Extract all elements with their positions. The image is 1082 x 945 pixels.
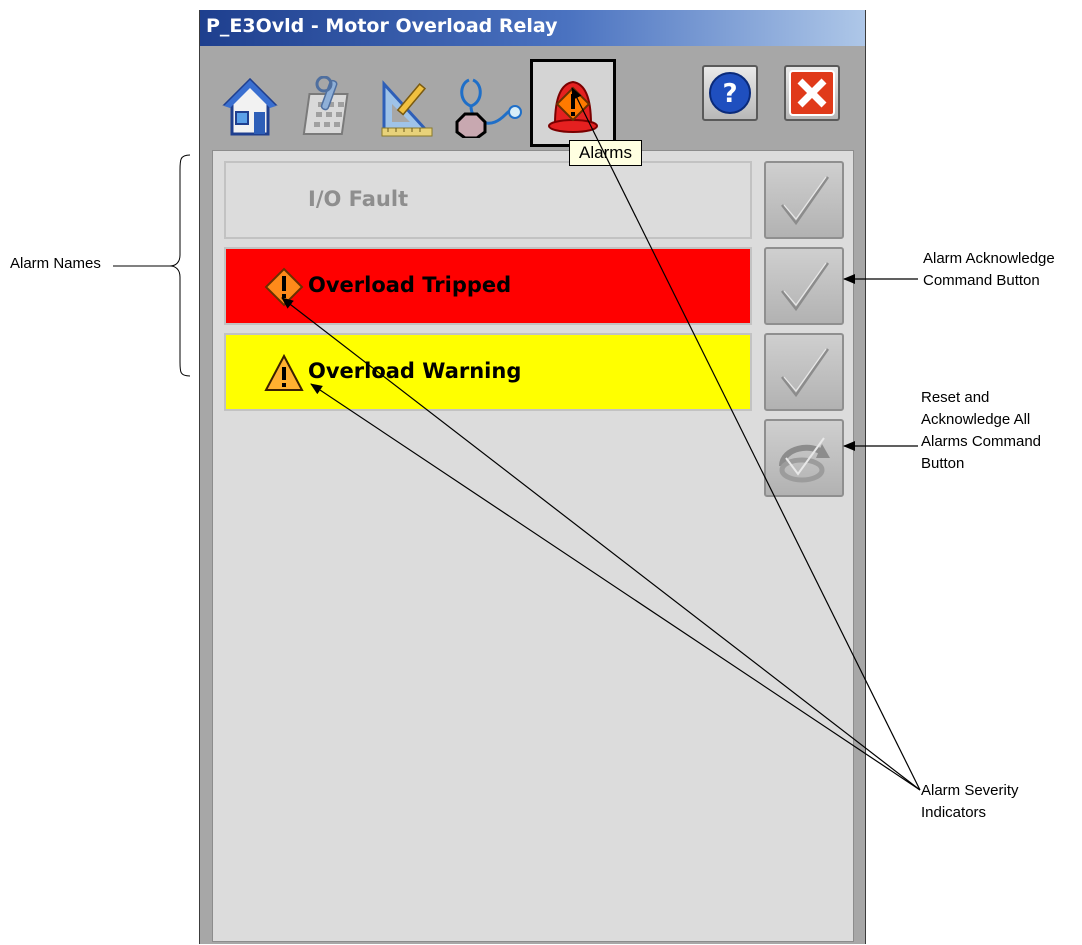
callout-line: Indicators bbox=[921, 804, 987, 821]
window-title: P_E3Ovld - Motor Overload Relay bbox=[206, 15, 558, 37]
callout-severity: Alarm Severity Indicators bbox=[921, 780, 1019, 824]
checkmark-icon bbox=[781, 348, 830, 398]
close-button[interactable] bbox=[784, 65, 840, 121]
alarm-name: I/O Fault bbox=[308, 187, 409, 211]
home-tab[interactable] bbox=[222, 76, 278, 138]
callout-line: Button bbox=[921, 455, 965, 472]
reset-ack-icon bbox=[779, 437, 830, 483]
callout-line: Acknowledge All bbox=[921, 411, 1031, 428]
title-bar: P_E3Ovld - Motor Overload Relay bbox=[200, 10, 865, 46]
callout-line: Alarm Severity bbox=[921, 782, 1019, 799]
faceplate-window: P_E3Ovld - Motor Overload Relay ? Alarms… bbox=[199, 10, 866, 944]
callout-line: Command Button bbox=[923, 272, 1040, 289]
engineering-icon bbox=[381, 80, 433, 137]
alarm-row-overload-tripped: Overload Tripped bbox=[224, 247, 752, 325]
callout-line: Alarm Acknowledge bbox=[923, 250, 1055, 267]
alarms-icon bbox=[548, 80, 598, 133]
reset-ack-all-button[interactable] bbox=[764, 419, 844, 497]
alarm-row-overload-warning: Overload Warning bbox=[224, 333, 752, 411]
checkmark-icon bbox=[781, 262, 830, 312]
callout-line: Reset and bbox=[921, 389, 990, 406]
alarm-panel: I/O Fault Overload Tripped Overload Warn… bbox=[212, 150, 854, 942]
callout-reset-button: Reset and Acknowledge All Alarms Command… bbox=[921, 387, 1041, 475]
ack-button-overload-tripped[interactable] bbox=[764, 247, 844, 325]
checkmark-icon bbox=[781, 176, 830, 226]
triangle-exclamation-icon bbox=[264, 353, 304, 391]
alarms-tab[interactable] bbox=[530, 59, 616, 147]
diagnostics-icon bbox=[455, 78, 522, 140]
svg-text:?: ? bbox=[722, 79, 737, 109]
maintenance-tab[interactable] bbox=[300, 75, 356, 138]
help-button[interactable]: ? bbox=[702, 65, 758, 121]
help-icon: ? bbox=[709, 72, 751, 114]
alarm-row-io-fault: I/O Fault bbox=[224, 161, 752, 239]
toolbar: ? bbox=[200, 46, 865, 150]
maintenance-icon bbox=[302, 75, 349, 135]
close-icon bbox=[789, 70, 835, 116]
engineering-tab[interactable] bbox=[378, 76, 434, 138]
ack-button-io-fault[interactable] bbox=[764, 161, 844, 239]
alarm-name: Overload Warning bbox=[308, 359, 522, 383]
alarm-name: Overload Tripped bbox=[308, 273, 512, 297]
ack-button-overload-warning[interactable] bbox=[764, 333, 844, 411]
alarm-names-brace bbox=[113, 154, 191, 377]
alarms-tooltip: Alarms bbox=[569, 140, 642, 166]
diagnostics-tab[interactable] bbox=[455, 76, 525, 140]
diamond-exclamation-icon bbox=[264, 267, 304, 307]
callout-line: Alarms Command bbox=[921, 433, 1042, 450]
callout-alarm-names: Alarm Names bbox=[10, 255, 101, 272]
callout-ack-button: Alarm Acknowledge Command Button bbox=[923, 248, 1055, 292]
home-icon bbox=[222, 77, 278, 136]
